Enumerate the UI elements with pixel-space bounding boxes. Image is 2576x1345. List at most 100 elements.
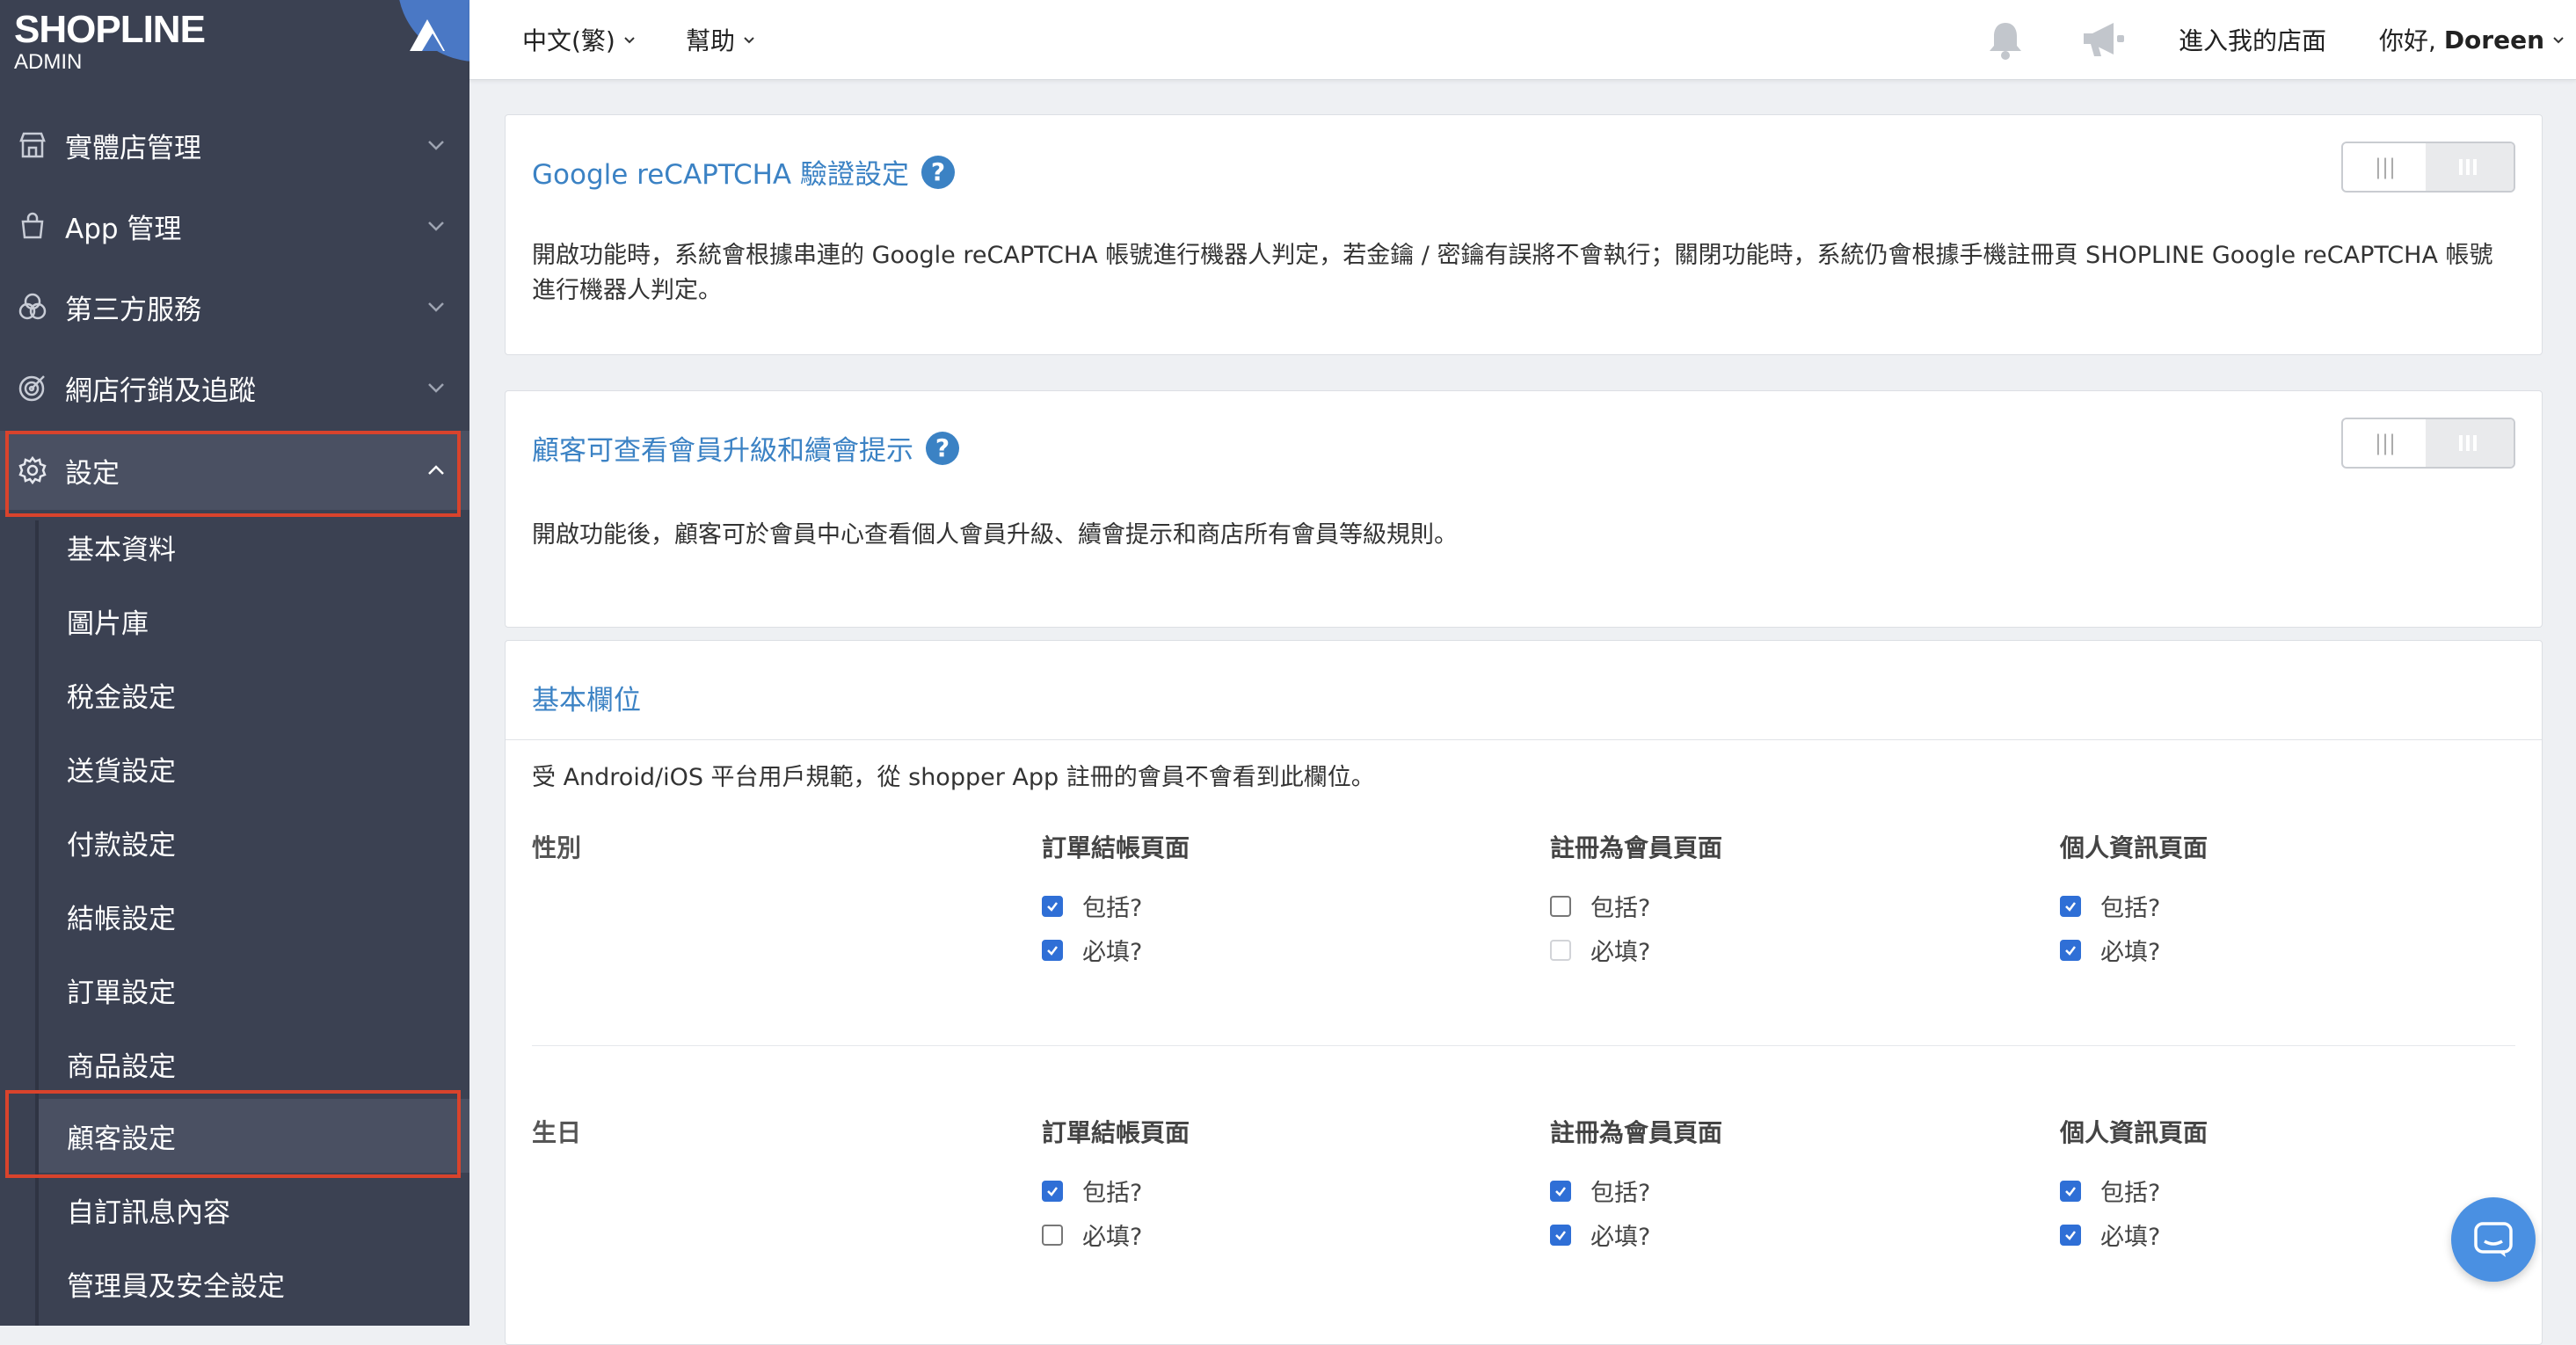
store-icon xyxy=(19,132,46,158)
basic-fields-title: 基本欄位 xyxy=(532,685,641,716)
checkbox-checked[interactable] xyxy=(2060,1224,2081,1246)
birthday-checkout-required[interactable]: 必填? xyxy=(1042,1218,1142,1252)
membership-card: 顧客可查看會員升級和續會提示 ? ||| 開啟功能後，顧客可於會員中心查看個人會… xyxy=(505,390,2543,628)
required-label: 必填? xyxy=(1590,939,1651,966)
user-name: Doreen xyxy=(2443,25,2545,55)
chevron-down-icon xyxy=(428,383,444,393)
field-label-birthday: 生日 xyxy=(532,1118,582,1147)
sidebar-item-label: 第三方服務 xyxy=(65,294,201,326)
sidebar-subitem-basic-info[interactable]: 基本資料 xyxy=(39,510,469,584)
chat-icon xyxy=(2474,1222,2513,1257)
gender-profile-required[interactable]: 必填? xyxy=(2060,933,2160,967)
toggle-off-side xyxy=(2426,143,2514,191)
birthday-checkout-include[interactable]: 包括? xyxy=(1042,1174,1142,1208)
brand-logo[interactable]: SHOPLINE ADMIN xyxy=(14,8,206,74)
sidebar-item-marketing[interactable]: 網店行銷及追蹤 xyxy=(0,348,469,427)
sidebar-subitem-tax[interactable]: 稅金設定 xyxy=(39,658,469,731)
gender-checkout-include[interactable]: 包括? xyxy=(1042,889,1142,923)
recaptcha-title: Google reCAPTCHA 驗證設定 ? xyxy=(532,152,955,192)
membership-description: 開啟功能後，顧客可於會員中心查看個人會員升級、續會提示和商店所有會員等級規則。 xyxy=(532,521,1458,549)
help-dropdown[interactable]: 幫助 xyxy=(686,0,756,79)
checkbox-checked[interactable] xyxy=(2060,939,2081,961)
sidebar-subitem-admin-security[interactable]: 管理員及安全設定 xyxy=(39,1247,469,1320)
sidebar-subitem-label: 結帳設定 xyxy=(67,903,176,935)
sidebar-subitem-label: 圖片庫 xyxy=(67,607,149,640)
store-front-link[interactable]: 進入我的店面 xyxy=(2179,0,2326,79)
toggle-off-side xyxy=(2426,419,2514,467)
field-label-gender: 性別 xyxy=(532,833,582,862)
sidebar-subitem-custom-messages[interactable]: 自訂訊息內容 xyxy=(39,1173,469,1247)
sidebar-subitem-order[interactable]: 訂單設定 xyxy=(39,953,469,1027)
gender-profile-include[interactable]: 包括? xyxy=(2060,889,2160,923)
membership-toggle[interactable]: ||| xyxy=(2341,418,2515,469)
basic-fields-card: 基本欄位 受 Android/iOS 平台用戶規範，從 shopper App … xyxy=(505,640,2543,1345)
gender-signup-required: 必填? xyxy=(1550,933,1650,967)
toggle-grip-icon xyxy=(2459,435,2477,451)
recaptcha-description: 開啟功能時，系統會根據串連的 Google reCAPTCHA 帳號進行機器人判… xyxy=(532,242,2493,304)
birthday-profile-required[interactable]: 必填? xyxy=(2060,1218,2160,1252)
sidebar-subitem-label: 訂單設定 xyxy=(67,977,176,1009)
sidebar-subitem-payment[interactable]: 付款設定 xyxy=(39,805,469,879)
required-label: 必填? xyxy=(1590,1224,1651,1251)
sidebar-item-third-party[interactable]: 第三方服務 xyxy=(0,267,469,346)
user-menu[interactable]: 你好, Doreen xyxy=(2379,0,2565,79)
basic-fields-note: 受 Android/iOS 平台用戶規範，從 shopper App 註冊的會員… xyxy=(532,764,1375,791)
column-header-signup: 註冊為會員頁面 xyxy=(1550,833,1723,862)
sidebar-item-label: 網店行銷及追蹤 xyxy=(65,374,256,407)
chevron-down-icon xyxy=(428,302,444,312)
checkbox-checked[interactable] xyxy=(1550,1224,1571,1246)
include-label: 包括? xyxy=(1590,1180,1651,1207)
top-bar: 中文(繁) 幫助 進入我的店面 你好, Doreen xyxy=(469,0,2576,80)
help-icon[interactable]: ? xyxy=(926,431,959,465)
column-header-signup: 註冊為會員頁面 xyxy=(1550,1118,1723,1147)
birthday-signup-required[interactable]: 必填? xyxy=(1550,1218,1650,1252)
sidebar-subitem-checkout[interactable]: 結帳設定 xyxy=(39,879,469,953)
include-label: 包括? xyxy=(1082,895,1143,922)
help-icon[interactable]: ? xyxy=(921,155,955,189)
chevron-down-icon xyxy=(428,141,444,150)
sidebar: SHOPLINE ADMIN 實體店管理 App 管理 第三方服務 網店行銷及追… xyxy=(0,0,469,1326)
recaptcha-card: Google reCAPTCHA 驗證設定 ? ||| 開啟功能時，系統會根據串… xyxy=(505,114,2543,355)
sidebar-item-stores[interactable]: 實體店管理 xyxy=(0,105,469,185)
column-header-profile: 個人資訊頁面 xyxy=(2060,833,2209,862)
required-label: 必填? xyxy=(1082,1224,1143,1251)
store-front-label: 進入我的店面 xyxy=(2179,26,2327,55)
toggle-grip-icon xyxy=(2459,159,2477,175)
chevron-down-icon xyxy=(744,37,754,44)
main-content: Google reCAPTCHA 驗證設定 ? ||| 開啟功能時，系統會根據串… xyxy=(469,79,2576,1345)
recaptcha-toggle[interactable]: ||| xyxy=(2341,142,2515,193)
chevron-down-icon xyxy=(428,222,444,231)
gender-checkout-required[interactable]: 必填? xyxy=(1042,933,1142,967)
checkbox-checked[interactable] xyxy=(2060,895,2081,917)
chevron-down-icon xyxy=(624,37,635,44)
checkbox-checked[interactable] xyxy=(1042,1180,1063,1202)
sidebar-subitem-delivery[interactable]: 送貨設定 xyxy=(39,731,469,805)
include-label: 包括? xyxy=(1590,895,1651,922)
announcements-button[interactable] xyxy=(2078,0,2128,79)
sidebar-subitem-gallery[interactable]: 圖片庫 xyxy=(39,584,469,658)
megaphone-icon xyxy=(2084,23,2124,56)
required-label: 必填? xyxy=(2100,939,2161,966)
toggle-on-side: ||| xyxy=(2374,155,2397,179)
membership-title-text: 顧客可查看會員升級和續會提示 xyxy=(532,435,913,467)
sidebar-item-app[interactable]: App 管理 xyxy=(0,186,469,265)
include-label: 包括? xyxy=(1082,1180,1143,1207)
checkbox-unchecked[interactable] xyxy=(1042,1224,1063,1246)
help-label: 幫助 xyxy=(686,26,736,55)
birthday-signup-include[interactable]: 包括? xyxy=(1550,1174,1650,1208)
checkbox-unchecked[interactable] xyxy=(1550,895,1571,917)
brand-corner xyxy=(397,0,469,62)
chat-button[interactable] xyxy=(2451,1197,2536,1282)
checkbox-checked[interactable] xyxy=(1550,1180,1571,1202)
gender-signup-include[interactable]: 包括? xyxy=(1550,889,1650,923)
recaptcha-title-text: Google reCAPTCHA 驗證設定 xyxy=(532,159,909,191)
language-dropdown[interactable]: 中文(繁) xyxy=(522,0,637,79)
notifications-button[interactable] xyxy=(1983,0,2027,79)
checkbox-checked[interactable] xyxy=(1042,895,1063,917)
checkbox-checked[interactable] xyxy=(1042,939,1063,961)
target-icon xyxy=(18,375,45,402)
birthday-profile-include[interactable]: 包括? xyxy=(2060,1174,2160,1208)
sidebar-item-label: App 管理 xyxy=(65,213,182,245)
brand-logo-text: SHOPLINE xyxy=(14,8,206,51)
checkbox-checked[interactable] xyxy=(2060,1180,2081,1202)
